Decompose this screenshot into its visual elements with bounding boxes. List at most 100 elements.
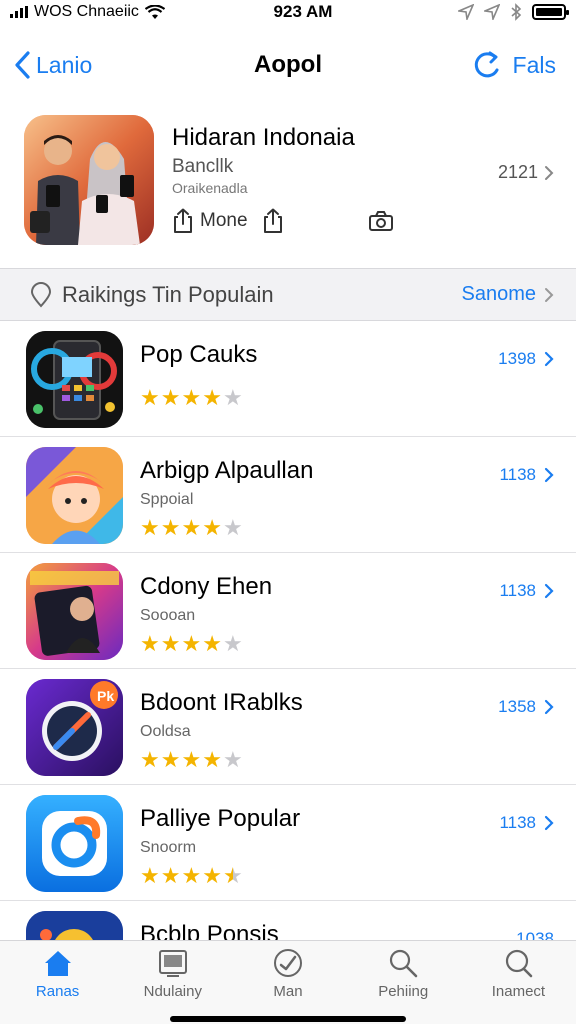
star-icon: ★ [140,385,160,410]
featured-actions: Mone [172,208,394,234]
star-icon: ★ [222,747,243,772]
back-label: Lanio [36,51,93,78]
rating-stars: ★ ★ ★ ★ ★ [140,631,243,657]
star-icon: ★ [160,863,181,888]
tab-ndulainy[interactable]: Ndulainy [115,941,230,1024]
app-list: Pop Cauks ★ ★ ★ ★ ★ 1398 Arbigp Alpaulla… [0,321,576,941]
camera-icon [368,211,393,231]
app-count[interactable]: 1398 [498,349,554,369]
featured-app-subtitle: Bancllk [172,156,234,177]
more-button[interactable]: Mone [172,208,248,234]
app-subtitle: Ooldsa [140,723,191,740]
app-row[interactable]: Palliye Popular Snoorm ★ ★ ★ ★ ★ 1138 [0,785,576,901]
app-name: Cdony Ehen [140,573,273,600]
app-name: Pop Cauks [140,341,258,368]
app-name: Arbigp Alpaullan [140,457,314,484]
app-name: Bdoont IRablks [140,689,303,716]
star-icon: ★ [140,515,160,540]
section-title: Raikings Tin Populain [62,281,274,307]
see-more-button[interactable]: Sanome [462,283,555,306]
tab-man[interactable]: Man [230,941,345,1024]
battery-icon [532,4,569,20]
nav-bar: Lanio Aopol Fals [0,30,576,100]
location-icon [458,4,474,20]
bluetooth-icon [511,3,522,21]
featured-count-label: 2121 [497,162,538,182]
share-button[interactable] [262,208,284,234]
featured-app[interactable]: Hidaran Indonaia Bancllk Oraikenadla 212… [0,110,576,265]
chevron-right-icon [545,165,554,180]
app-count[interactable]: 1138 [499,813,554,833]
star-icon: ★ [181,747,202,772]
home-indicator [170,1016,406,1022]
star-icon: ★ [140,863,160,888]
star-icon: ★ [181,385,202,410]
app-row[interactable]: Cdony Ehen Soooan ★ ★ ★ ★ ★ 1138 [0,553,576,669]
star-icon: ★ [202,385,222,410]
app-name: Bcblp Ponsis [140,921,279,941]
tab-label: Man [273,983,303,1000]
app-name: Palliye Popular [140,805,301,832]
featured-app-count[interactable]: 2121 [498,162,554,183]
search-icon [390,949,418,978]
star-icon: ★ [181,515,202,540]
app-count-label: 1138 [499,465,536,484]
app-row[interactable]: Pop Cauks ★ ★ ★ ★ ★ 1398 [0,321,576,437]
tab-ranas[interactable]: Ranas [0,941,115,1024]
star-icon: ★ [181,631,202,656]
app-row[interactable]: Arbigp Alpaullan Sppoial ★ ★ ★ ★ ★ 1138 [0,437,576,553]
wifi-icon [144,4,165,19]
chevron-right-icon [544,815,554,831]
chevron-right-icon [544,699,554,715]
chevron-right-icon [544,467,554,483]
search-icon [506,949,533,978]
svg-text:Pk: Pk [97,688,114,704]
carrier-label: WOS Chnaeiic [34,3,139,20]
location-icon [484,4,500,20]
star-icon: ★ [222,631,243,656]
app-row[interactable]: Pk Bdoont IRablks Ooldsa ★ ★ ★ ★ ★ 1358 [0,669,576,785]
star-icon: ★ [202,863,222,888]
star-icon: ★ [222,385,243,410]
star-icon: ★ [202,631,222,656]
tab-label: Inamect [491,983,546,1000]
app-count[interactable]: 1358 [498,697,554,717]
bdoont-icon: Pk [26,679,123,776]
star-icon: ★ [181,863,202,888]
status-time: 923 AM [273,2,333,21]
star-icon: ★ [160,515,181,540]
screen-icon [158,950,187,977]
tab-inamect[interactable]: Inamect [461,941,576,1024]
star-icon: ★ [222,515,243,540]
refresh-button[interactable]: Fals [473,50,556,80]
featured-app-title: Hidaran Indonaia [172,124,355,151]
status-bar: WOS Chnaeiic 923 AM [0,0,576,24]
back-button[interactable]: Lanio [14,51,92,79]
share-icon [263,208,282,233]
rating-stars: ★ ★ ★ ★ ★ [140,385,243,411]
star-icon: ★ [140,747,160,772]
arbigp-icon [26,447,123,544]
more-button-label: Mone [200,210,248,231]
rating-stars: ★ ★ ★ ★ ★ [140,863,243,889]
chevron-right-icon [545,287,554,302]
star-icon: ★ [202,515,222,540]
app-count-label: 1398 [498,349,536,368]
star-icon: ★ [160,747,181,772]
app-count-label: 1138 [499,813,536,832]
app-count[interactable]: 1138 [499,581,554,601]
camera-button[interactable] [368,210,394,232]
featured-app-caption: Oraikenadla [172,180,248,196]
app-row[interactable]: Bcblp Ponsis 1038 [0,901,576,941]
star-icon: ★ [140,631,160,656]
app-count[interactable]: 1138 [499,465,554,485]
chevron-right-icon [544,351,554,367]
tab-pehiing[interactable]: Pehiing [346,941,461,1024]
rating-stars: ★ ★ ★ ★ ★ [140,515,243,541]
chevron-left-icon [15,51,30,79]
star-icon: ★ [202,747,222,772]
home-icon [44,951,71,976]
bcblp-icon [26,911,123,941]
tab-label: Pehiing [378,983,429,1000]
signal-icon [10,6,28,18]
